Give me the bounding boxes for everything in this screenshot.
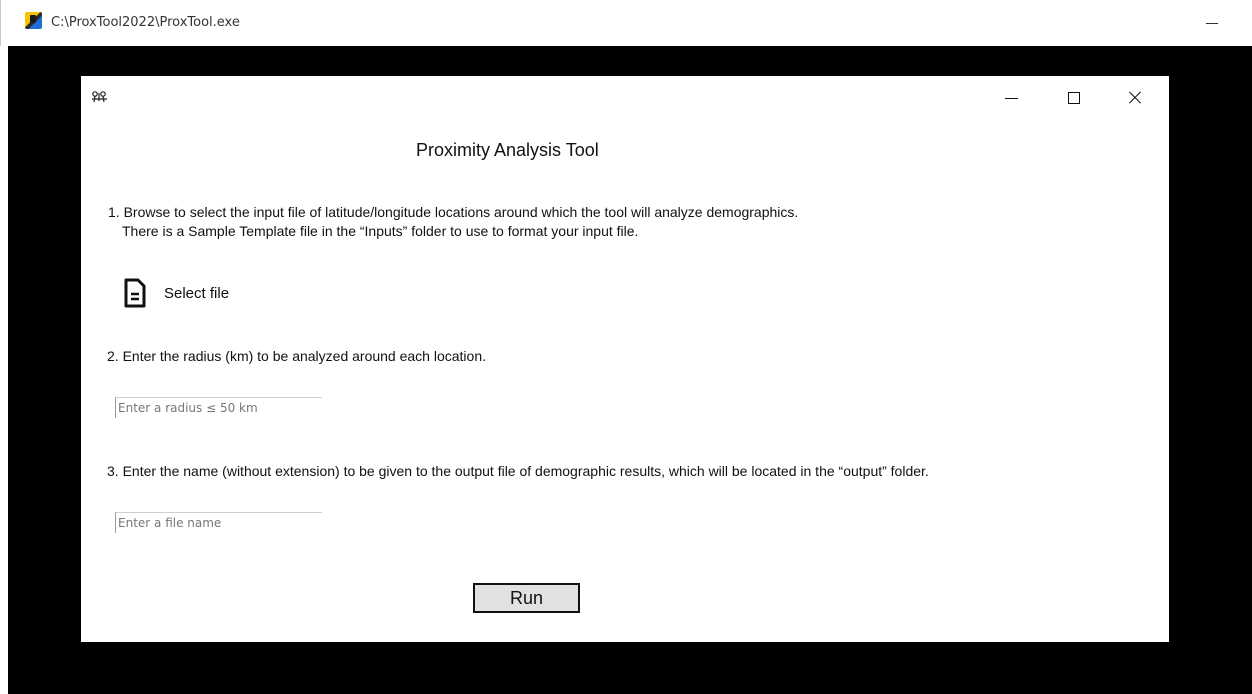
step1-instruction: 1. Browse to select the input file of la… bbox=[108, 204, 799, 220]
close-button[interactable] bbox=[1125, 88, 1145, 108]
step3-instruction: 3. Enter the name (without extension) to… bbox=[107, 463, 929, 479]
step1-instruction-note: There is a Sample Template file in the “… bbox=[122, 223, 639, 239]
select-file-label: Select file bbox=[164, 284, 230, 302]
run-button[interactable]: Run bbox=[473, 583, 580, 613]
radius-input[interactable] bbox=[115, 397, 322, 418]
outer-window-title: C:\ProxTool2022\ProxTool.exe bbox=[51, 15, 240, 30]
outer-minimize-button[interactable] bbox=[1201, 13, 1223, 33]
app-window: Proximity Analysis Tool 1. Browse to sel… bbox=[81, 76, 1169, 642]
feather-app-icon bbox=[92, 91, 107, 103]
minimize-button[interactable] bbox=[1002, 88, 1022, 108]
filename-input[interactable] bbox=[115, 512, 322, 533]
maximize-button[interactable] bbox=[1064, 88, 1084, 108]
proxtool-app-icon bbox=[25, 12, 42, 29]
select-file-button[interactable]: Select file bbox=[124, 276, 229, 310]
outer-title-bar: C:\ProxTool2022\ProxTool.exe bbox=[0, 0, 1252, 46]
document-icon bbox=[124, 278, 146, 308]
step2-instruction: 2. Enter the radius (km) to be analyzed … bbox=[107, 348, 486, 364]
page-title: Proximity Analysis Tool bbox=[416, 140, 599, 160]
